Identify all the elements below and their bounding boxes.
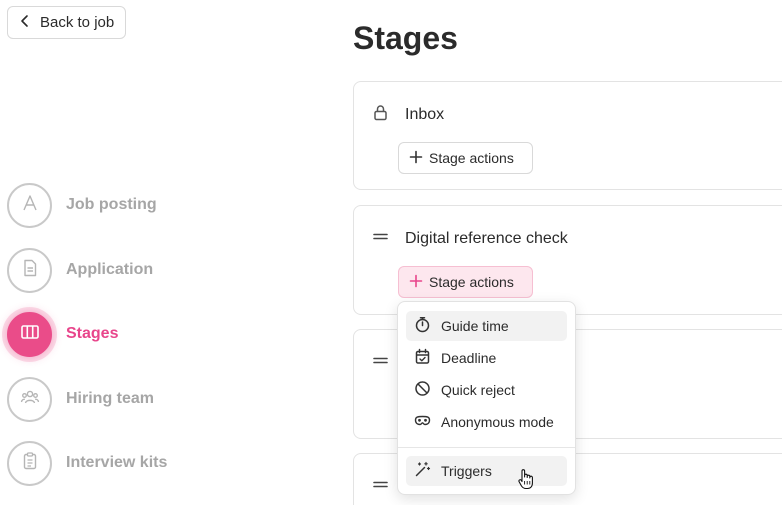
step-job-posting[interactable]: Job posting: [7, 182, 157, 228]
step-circle: [7, 376, 52, 422]
stage-header: Inbox: [372, 104, 444, 126]
step-label: Hiring team: [66, 390, 155, 407]
step-circle: [7, 182, 52, 228]
lock-icon: [372, 104, 389, 126]
columns-icon: [20, 322, 40, 347]
stage-card-digital-reference-check: Digital reference check Stage actions: [353, 205, 782, 315]
hand-pointer-cursor-icon: [517, 468, 535, 490]
back-to-job-label: Back to job: [40, 14, 115, 31]
step-label: Stages: [66, 325, 119, 342]
step-interview-kits[interactable]: Interview kits: [7, 440, 167, 486]
team-icon: [20, 387, 40, 412]
letter-a-icon: [20, 193, 40, 218]
menu-item-label: Triggers: [441, 463, 492, 479]
clipboard-icon: [20, 451, 40, 476]
stage-card-inbox: Inbox Stage actions: [353, 81, 782, 190]
step-circle: [7, 247, 52, 293]
plus-icon: [409, 274, 423, 291]
stage-actions-label: Stage actions: [429, 274, 514, 290]
block-icon: [414, 380, 431, 400]
step-hiring-team[interactable]: Hiring team: [7, 376, 154, 422]
menu-item-triggers[interactable]: Triggers: [406, 456, 567, 486]
stage-name: Inbox: [405, 106, 445, 123]
back-to-job-button[interactable]: Back to job: [7, 6, 126, 39]
drag-handle-icon[interactable]: [372, 476, 389, 498]
menu-divider: [398, 447, 575, 448]
step-circle: [7, 311, 52, 357]
stage-actions-button[interactable]: Stage actions: [398, 142, 533, 174]
stage-name: Digital reference check: [405, 230, 568, 247]
magic-wand-icon: [414, 461, 431, 481]
stage-actions-label: Stage actions: [429, 150, 514, 166]
incognito-mask-icon: [414, 412, 431, 432]
stopwatch-icon: [414, 316, 431, 336]
step-stages[interactable]: Stages: [7, 311, 118, 357]
drag-handle-icon[interactable]: [372, 352, 389, 374]
menu-item-label: Anonymous mode: [441, 414, 554, 430]
drag-handle-icon[interactable]: [372, 228, 389, 250]
stage-actions-menu: Guide time Deadline Quick reject Anonymo…: [397, 301, 576, 495]
step-label: Job posting: [66, 196, 157, 213]
menu-item-anonymous-mode[interactable]: Anonymous mode: [406, 407, 567, 437]
step-label: Interview kits: [66, 454, 168, 471]
calendar-check-icon: [414, 348, 431, 368]
menu-item-label: Guide time: [441, 318, 509, 334]
menu-item-quick-reject[interactable]: Quick reject: [406, 375, 567, 405]
step-circle: [7, 440, 52, 486]
menu-item-label: Quick reject: [441, 382, 515, 398]
stage-actions-button[interactable]: Stage actions: [398, 266, 533, 298]
menu-item-label: Deadline: [441, 350, 497, 366]
plus-icon: [409, 150, 423, 167]
step-application[interactable]: Application: [7, 247, 153, 293]
stage-header: Digital reference check: [372, 228, 568, 250]
step-label: Application: [66, 261, 154, 278]
menu-item-deadline[interactable]: Deadline: [406, 343, 567, 373]
menu-item-guide-time[interactable]: Guide time: [406, 311, 567, 341]
chevron-left-icon: [18, 14, 32, 32]
document-icon: [20, 258, 40, 283]
page-title: Stages: [353, 20, 458, 56]
